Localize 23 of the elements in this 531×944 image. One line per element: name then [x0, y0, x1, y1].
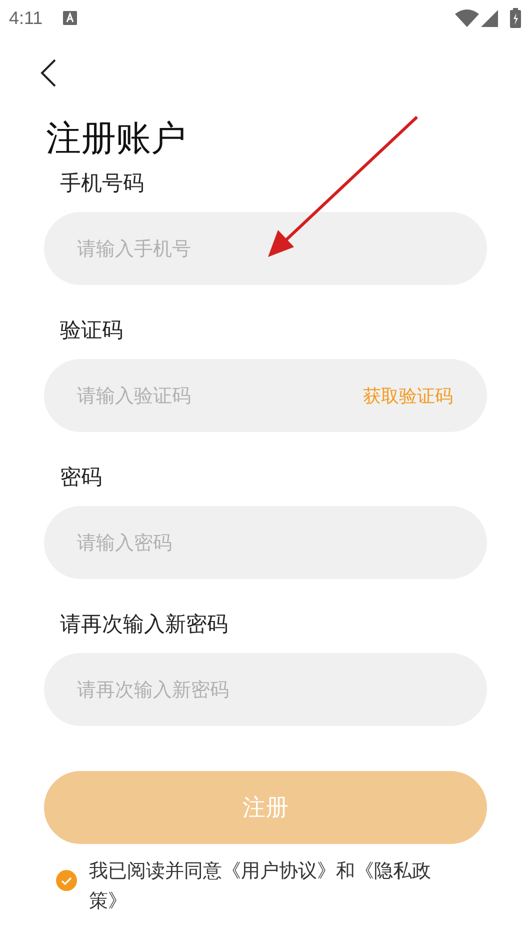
status-time: 4:11 — [9, 8, 43, 28]
keyboard-icon — [62, 11, 77, 25]
battery-icon — [510, 8, 521, 28]
input-field[interactable]: 请输入密码 — [44, 506, 487, 579]
page-title: 注册账户 — [46, 118, 187, 161]
signal-icon — [481, 10, 498, 26]
agreement-text: 我已阅读并同意《用户协议》和《隐私政策》 — [89, 859, 432, 914]
agree-checkbox[interactable] — [56, 870, 77, 891]
text-input[interactable]: 请输入手机号 — [75, 236, 453, 260]
field-label: 验证码 — [60, 317, 124, 344]
wifi-icon — [455, 9, 479, 27]
input-field[interactable]: 请输入手机号 — [44, 212, 487, 285]
text-input[interactable]: 请输入验证码 — [75, 384, 363, 408]
field-label: 请再次输入新密码 — [60, 611, 229, 638]
check-icon — [61, 876, 72, 884]
input-field[interactable]: 请再次输入新密码 — [44, 653, 487, 726]
field-label: 手机号码 — [60, 170, 145, 197]
text-input[interactable]: 请输入密码 — [75, 530, 453, 554]
text-input[interactable]: 请再次输入新密码 — [75, 678, 453, 702]
field-label: 密码 — [60, 464, 103, 491]
get-code-button[interactable]: 获取验证码 — [363, 384, 453, 408]
back-icon[interactable] — [38, 58, 58, 88]
input-field[interactable]: 请输入验证码 获取验证码 — [44, 359, 487, 432]
